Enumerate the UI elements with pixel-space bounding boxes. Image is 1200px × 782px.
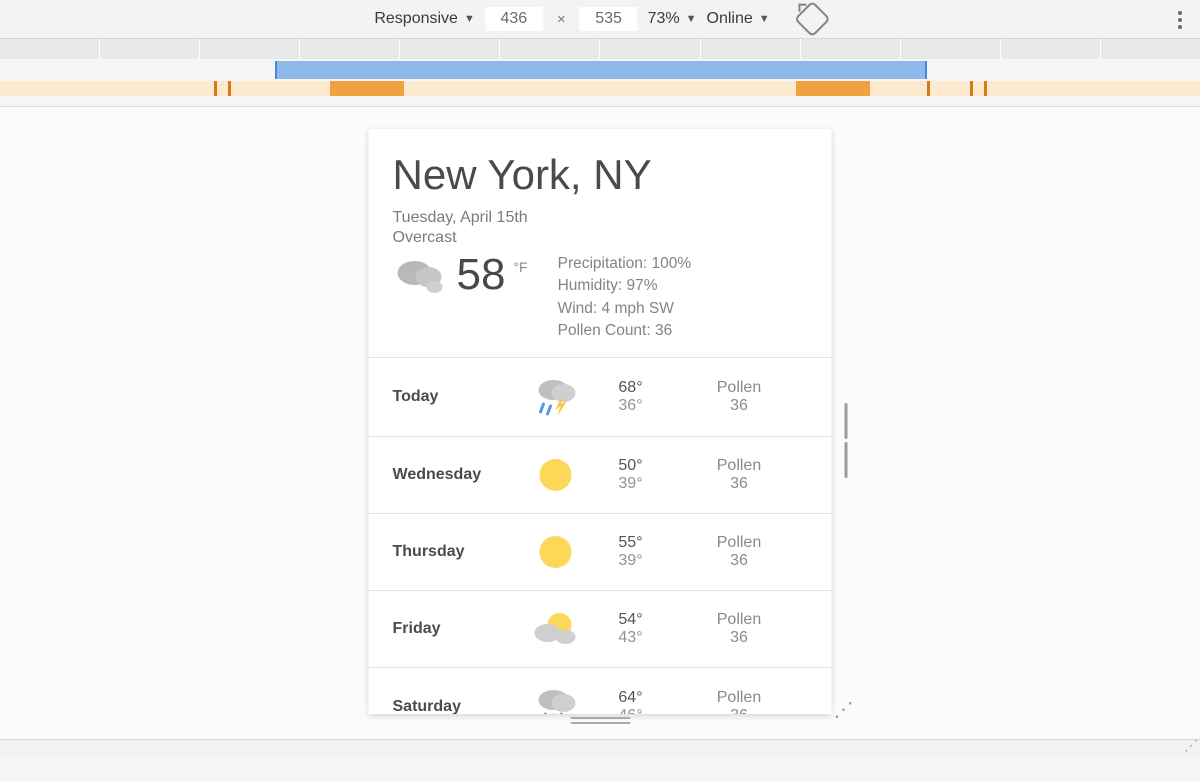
forecast-low: 39° [591, 475, 671, 493]
forecast-pollen: Pollen36 [671, 457, 808, 493]
forecast-day: Today [393, 388, 521, 406]
partly-icon [521, 609, 591, 649]
forecast-low: 46° [591, 707, 671, 714]
media-query-bar-max[interactable] [275, 61, 927, 79]
network-label: Online [707, 10, 753, 28]
forecast-list: Today68°36°Pollen36Wednesday50°39°Pollen… [369, 357, 832, 714]
weather-header: New York, NY Tuesday, April 15th Overcas… [369, 129, 832, 357]
window-resize-grip-icon[interactable]: ⋰ [1184, 737, 1196, 754]
forecast-day: Friday [393, 620, 521, 638]
device-preset-label: Responsive [374, 10, 458, 28]
forecast-high: 68° [591, 379, 671, 397]
forecast-high: 55° [591, 534, 671, 552]
forecast-temps: 64°46° [591, 689, 671, 714]
forecast-day: Saturday [393, 698, 521, 714]
breakpoint-marker[interactable] [970, 81, 973, 96]
device-toolbar: Responsive ▼ × 73% ▼ Online ▼ [0, 0, 1200, 39]
location-title: New York, NY [393, 151, 808, 199]
breakpoint-marker[interactable] [228, 81, 231, 96]
rain-icon [521, 686, 591, 714]
forecast-high: 54° [591, 611, 671, 629]
zoom-select[interactable]: 73% ▼ [648, 10, 697, 28]
forecast-low: 39° [591, 552, 671, 570]
statusbar: ⋰ [0, 739, 1200, 756]
media-query-bar-min[interactable] [0, 81, 1200, 96]
dimension-separator: × [557, 11, 566, 28]
forecast-row: Today 68°36°Pollen36 [369, 357, 832, 436]
forecast-temps: 54°43° [591, 611, 671, 647]
forecast-pollen: Pollen36 [671, 611, 808, 647]
forecast-row: Friday 54°43°Pollen36 [369, 590, 832, 667]
weather-stats: Precipitation: 100% Humidity: 97% Wind: … [558, 253, 692, 343]
forecast-temps: 55°39° [591, 534, 671, 570]
forecast-day: Thursday [393, 543, 521, 561]
current-condition: Overcast [393, 229, 808, 247]
frame-resize-handle-corner[interactable]: ⋰ [834, 697, 852, 722]
rotate-device-icon[interactable] [794, 1, 831, 38]
responsive-ruler[interactable] [0, 39, 1200, 59]
forecast-pollen: Pollen36 [671, 689, 808, 714]
viewport-width-input[interactable] [485, 7, 543, 31]
breakpoint-marker[interactable] [927, 81, 930, 96]
sun-icon [521, 532, 591, 572]
device-preset-select[interactable]: Responsive ▼ [374, 10, 475, 28]
overcast-icon [393, 253, 449, 297]
forecast-high: 64° [591, 689, 671, 707]
forecast-pollen: Pollen36 [671, 534, 808, 570]
emulated-viewport-area: New York, NY Tuesday, April 15th Overcas… [0, 107, 1200, 739]
media-query-segment[interactable] [796, 81, 870, 96]
breakpoint-marker[interactable] [214, 81, 217, 96]
chevron-down-icon: ▼ [686, 13, 697, 25]
forecast-day: Wednesday [393, 466, 521, 484]
more-options-icon[interactable] [1178, 8, 1182, 32]
forecast-low: 43° [591, 629, 671, 647]
forecast-row: Thursday 55°39°Pollen36 [369, 513, 832, 590]
breakpoint-marker[interactable] [984, 81, 987, 96]
sun-icon [521, 455, 591, 495]
zoom-value: 73% [648, 10, 680, 28]
viewport-height-input[interactable] [580, 7, 638, 31]
frame-resize-handle-bottom[interactable] [570, 717, 630, 724]
forecast-row: Wednesday 50°39°Pollen36 [369, 436, 832, 513]
forecast-pollen: Pollen36 [671, 379, 808, 415]
media-query-segment[interactable] [330, 81, 404, 96]
forecast-low: 36° [591, 397, 671, 415]
chevron-down-icon: ▼ [464, 13, 475, 25]
forecast-high: 50° [591, 457, 671, 475]
network-throttle-select[interactable]: Online ▼ [707, 10, 770, 28]
forecast-temps: 50°39° [591, 457, 671, 493]
current-temp: 58 [457, 253, 506, 297]
media-query-bars [0, 61, 1200, 107]
device-frame: New York, NY Tuesday, April 15th Overcas… [369, 129, 832, 714]
storm-icon [521, 376, 591, 418]
forecast-temps: 68°36° [591, 379, 671, 415]
frame-resize-handle-right[interactable] [845, 403, 848, 478]
chevron-down-icon: ▼ [759, 13, 770, 25]
forecast-row: Saturday 64°46°Pollen36 [369, 667, 832, 714]
current-date: Tuesday, April 15th [393, 209, 808, 227]
temp-unit: °F [513, 259, 527, 275]
